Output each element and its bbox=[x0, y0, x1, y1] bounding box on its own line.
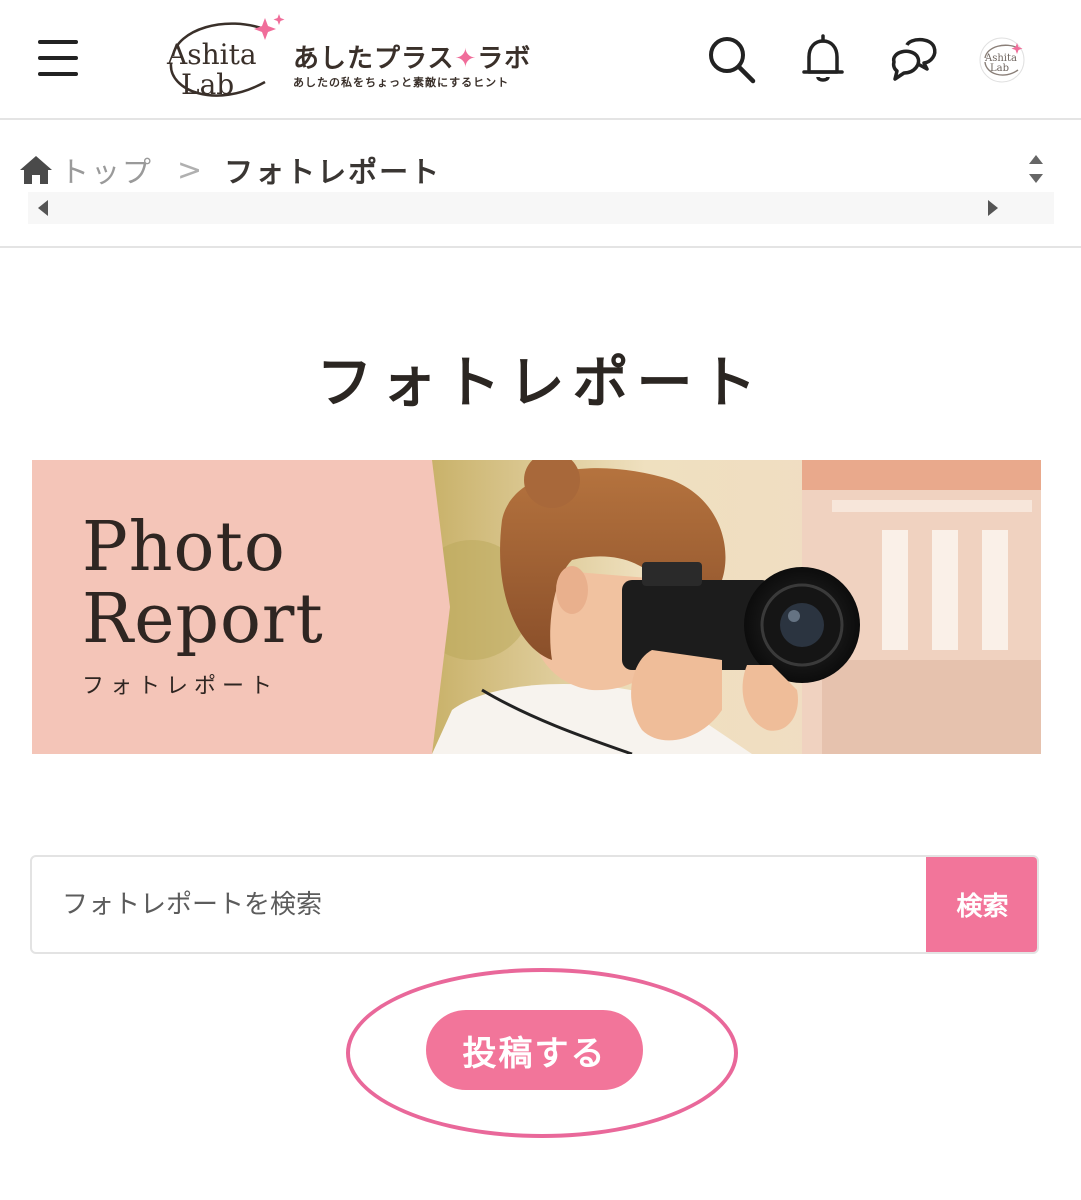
home-icon[interactable] bbox=[18, 153, 54, 187]
scroll-left-icon[interactable] bbox=[38, 200, 48, 216]
chat-icon[interactable] bbox=[886, 32, 940, 86]
horizontal-scrollbar[interactable] bbox=[28, 192, 1054, 224]
breadcrumb-trail: トップ > フォトレポート bbox=[18, 150, 441, 190]
svg-text:Lab: Lab bbox=[990, 63, 1009, 74]
search-form: 検索 bbox=[30, 855, 1039, 954]
scroll-right-icon[interactable] bbox=[988, 200, 998, 216]
search-button[interactable]: 検索 bbox=[926, 857, 1037, 952]
svg-text:Ashita: Ashita bbox=[166, 38, 257, 71]
sparkle-icon: ✦ bbox=[454, 44, 478, 74]
avatar[interactable]: Ashita Lab bbox=[976, 34, 1028, 86]
site-header: Ashita Lab あしたプラス✦ラボ あしたの私をちょっと素敵にするヒント … bbox=[0, 0, 1081, 120]
search-icon[interactable] bbox=[704, 32, 758, 86]
logo-name: あしたプラス✦ラボ bbox=[293, 44, 532, 74]
photo-report-banner: Photo Report フォトレポート bbox=[32, 460, 1041, 754]
search-input[interactable] bbox=[32, 857, 926, 952]
banner-title: Photo Report bbox=[82, 508, 324, 659]
logo-tagline: あしたの私をちょっと素敵にするヒント bbox=[293, 76, 510, 89]
vertical-scroll-arrows-icon[interactable] bbox=[1026, 152, 1046, 186]
banner-subtitle: フォトレポート bbox=[82, 674, 279, 699]
post-button[interactable]: 投稿する bbox=[426, 1010, 643, 1090]
site-logo[interactable]: Ashita Lab あしたプラス✦ラボ あしたの私をちょっと素敵にするヒント bbox=[155, 12, 545, 107]
breadcrumb-current: フォトレポート bbox=[224, 155, 442, 189]
menu-icon[interactable] bbox=[36, 38, 80, 78]
svg-text:Lab: Lab bbox=[181, 68, 234, 101]
banner-text: Photo Report フォトレポート bbox=[82, 512, 324, 700]
page-title: フォトレポート bbox=[316, 351, 765, 416]
breadcrumb-separator: > bbox=[177, 152, 203, 188]
bell-icon[interactable] bbox=[796, 32, 850, 86]
breadcrumb: トップ > フォトレポート bbox=[0, 122, 1081, 248]
breadcrumb-home-link[interactable]: トップ bbox=[60, 149, 153, 191]
logo-mark: Ashita Lab bbox=[166, 14, 285, 101]
